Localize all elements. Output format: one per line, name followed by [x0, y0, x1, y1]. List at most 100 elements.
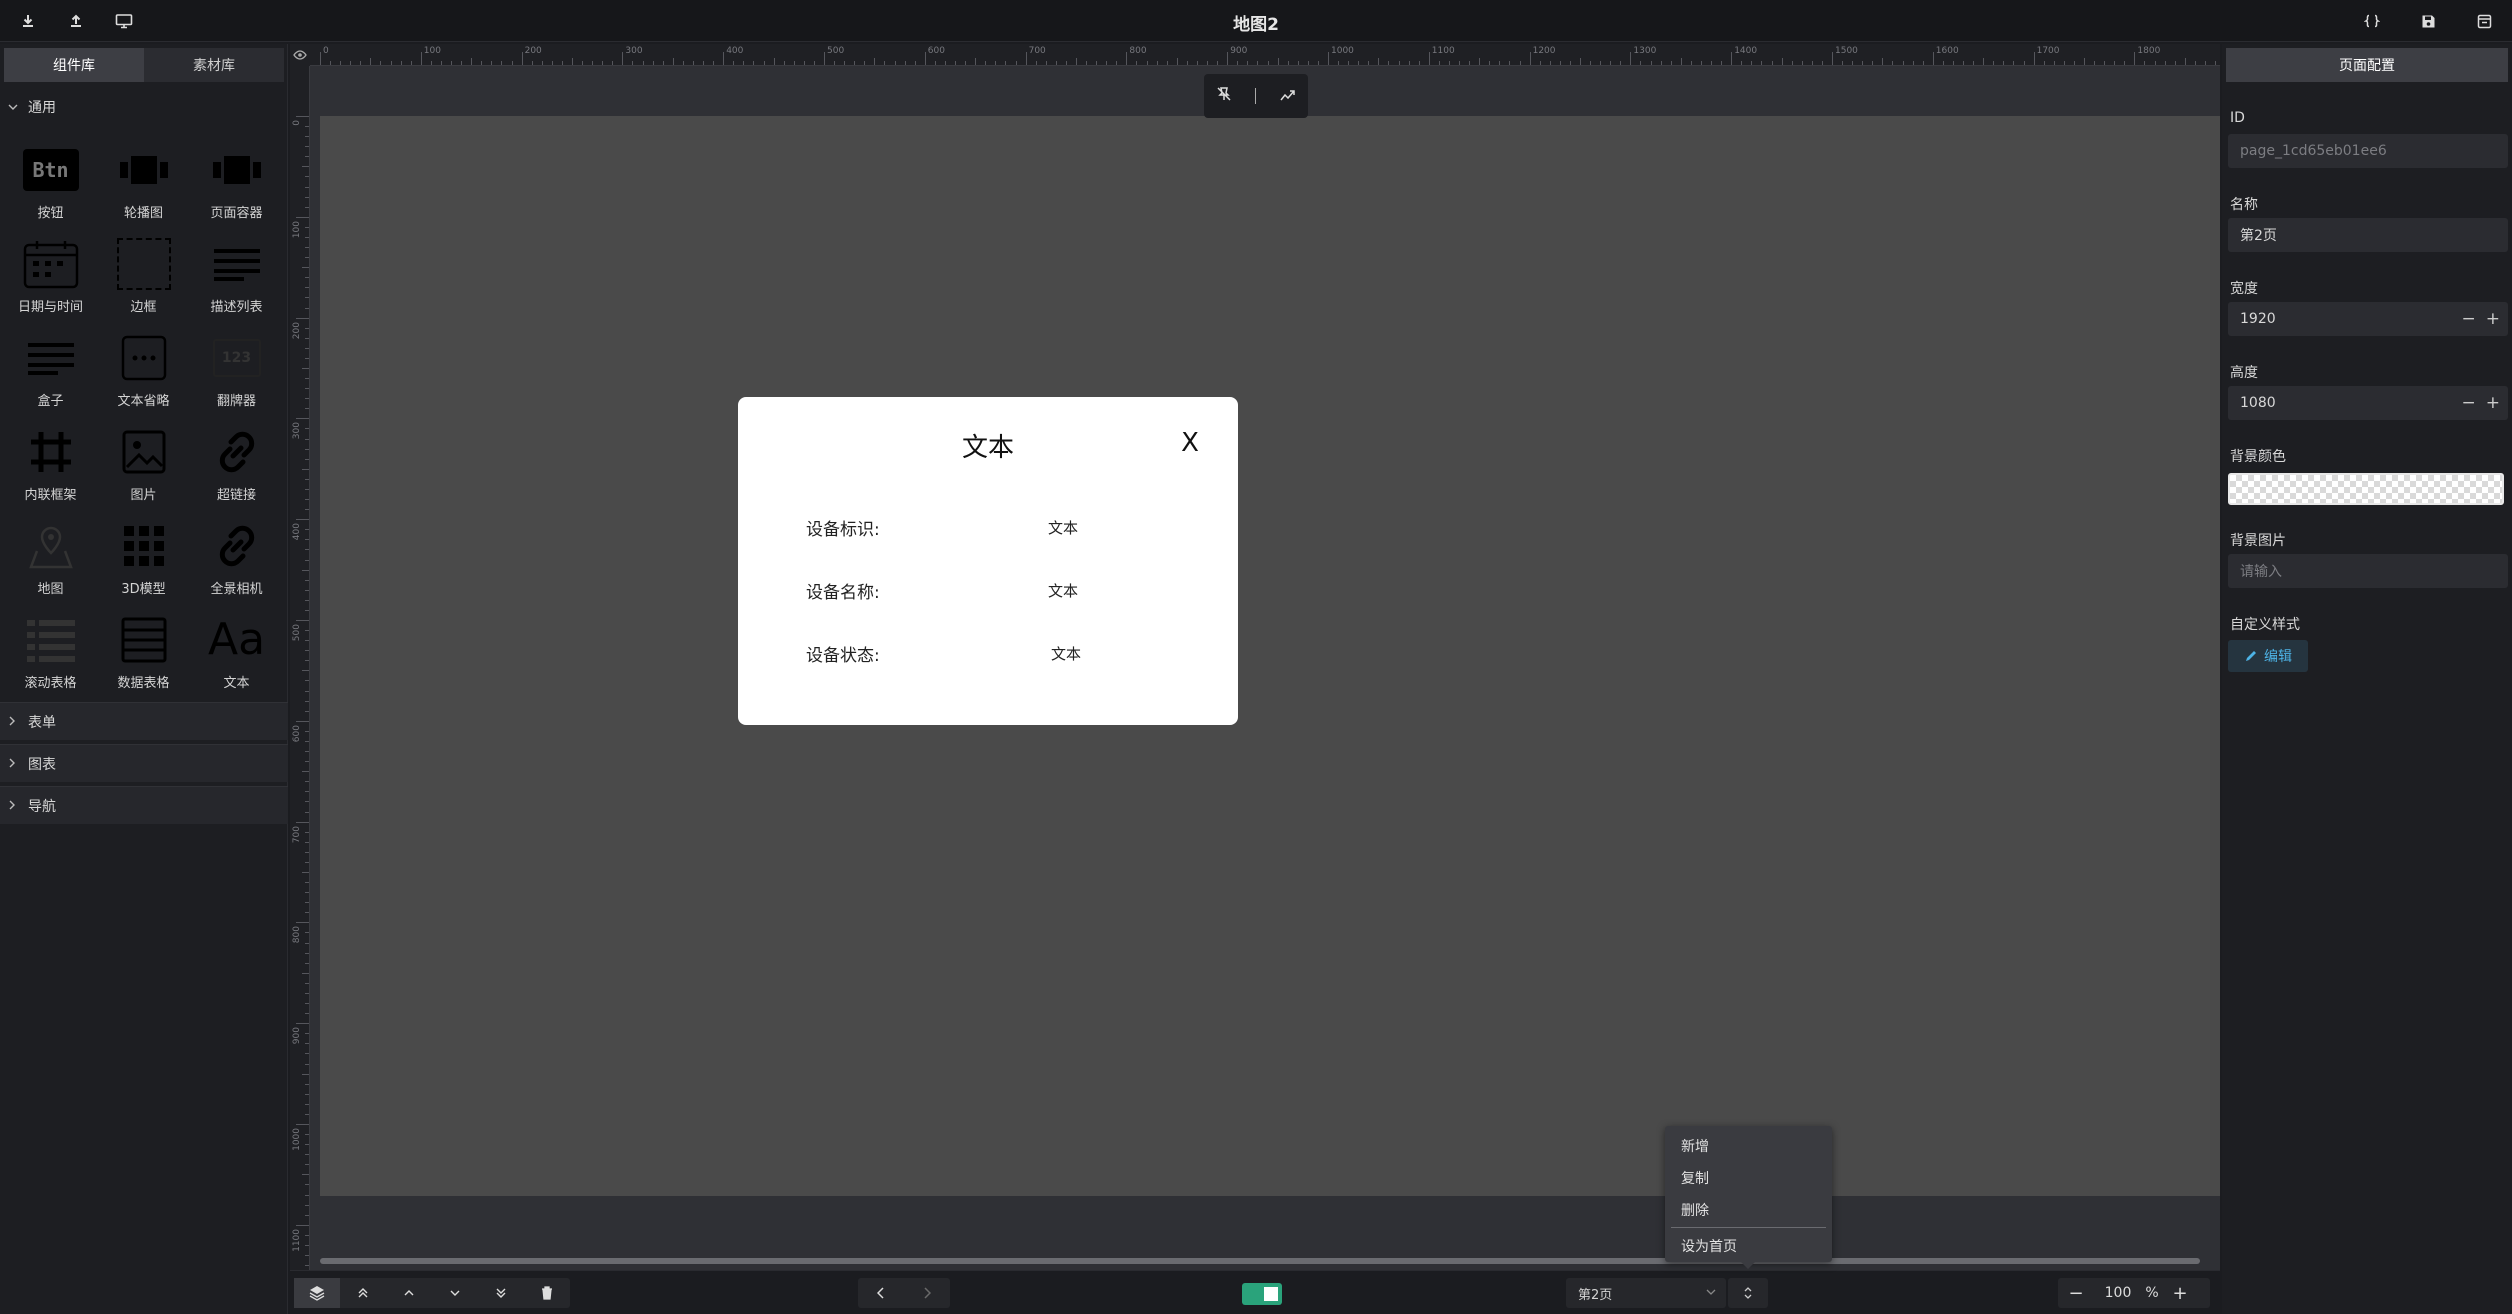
ruler-minor-tick: [1952, 61, 1954, 65]
ruler-label: 1400: [1734, 46, 1758, 56]
ruler-minor-tick: [305, 740, 309, 742]
send-backward-icon[interactable]: [432, 1278, 478, 1308]
delete-trash-icon[interactable]: [524, 1278, 570, 1308]
window-title-wrap: 地图2: [0, 10, 2512, 35]
menu-item-add[interactable]: 新增: [1681, 1136, 1709, 1156]
ruler-tick: [924, 52, 926, 65]
preview-monitor-icon[interactable]: [110, 8, 138, 34]
bg-color-picker[interactable]: [2228, 473, 2504, 505]
bring-forward-icon[interactable]: [386, 1278, 432, 1308]
component-3d-model[interactable]: 3D模型: [97, 510, 190, 602]
toolbar-separator: [1255, 88, 1257, 104]
component-iframe[interactable]: 内联框架: [4, 416, 97, 508]
fullscreen-toggle[interactable]: [1242, 1283, 1282, 1305]
ruler-minor-tick: [481, 61, 483, 65]
page-container-icon: [207, 142, 267, 198]
menu-item-copy[interactable]: 复制: [1681, 1168, 1709, 1188]
component-page-container[interactable]: 页面容器: [190, 134, 283, 226]
component-box[interactable]: 盒子: [4, 322, 97, 414]
ruler-tick: [296, 720, 309, 722]
width-increment-button[interactable]: +: [2486, 309, 2500, 329]
eye-icon[interactable]: [290, 44, 310, 66]
device-status-value: 文本: [1051, 645, 1082, 663]
layers-icon[interactable]: [294, 1278, 340, 1308]
trend-line-icon[interactable]: [1280, 87, 1296, 106]
tab-material-library[interactable]: 素材库: [144, 48, 284, 82]
device-info-dialog[interactable]: 文本 X 设备标识: 文本 设备名称: 文本 设备状态: 文本: [738, 397, 1238, 725]
tab-component-library[interactable]: 组件库: [4, 48, 144, 82]
component-text[interactable]: Aa 文本: [190, 604, 283, 696]
page-select[interactable]: 第2页: [1566, 1278, 1726, 1308]
edit-style-button[interactable]: 编辑: [2228, 640, 2308, 672]
ruler-minor-tick: [2023, 61, 2025, 65]
button-icon: Btn: [21, 142, 81, 198]
component-button[interactable]: Btn 按钮: [4, 134, 97, 226]
ruler-minor-tick: [305, 1265, 309, 1267]
ruler-minor-tick: [305, 730, 309, 732]
section-form[interactable]: 表单: [0, 702, 288, 740]
horizontal-scrollbar[interactable]: [320, 1258, 2200, 1264]
component-border[interactable]: 边框: [97, 228, 190, 320]
upload-icon[interactable]: [62, 8, 90, 34]
component-text-ellipsis[interactable]: 文本省略: [97, 322, 190, 414]
canvas-stage[interactable]: [320, 116, 2220, 1196]
vertical-ruler[interactable]: 0 100 200 300 400 500 600 700 800 900 1000 1100: [290, 66, 310, 1270]
snap-off-icon[interactable]: [1216, 86, 1232, 106]
ruler-minor-tick: [305, 176, 309, 178]
prev-page-icon[interactable]: [858, 1278, 904, 1308]
zoom-value[interactable]: 100: [2094, 1285, 2142, 1301]
ruler-tick: [1529, 52, 1531, 65]
ruler-tick: [296, 1023, 309, 1025]
width-decrement-button[interactable]: −: [2462, 309, 2476, 329]
section-charts[interactable]: 图表: [0, 744, 288, 782]
component-image[interactable]: 图片: [97, 416, 190, 508]
height-input[interactable]: 1080 − +: [2228, 386, 2508, 420]
chevron-right-icon: [8, 757, 22, 771]
section-nav[interactable]: 导航: [0, 786, 288, 824]
height-decrement-button[interactable]: −: [2462, 393, 2476, 413]
height-increment-button[interactable]: +: [2486, 393, 2500, 413]
component-carousel[interactable]: 轮播图: [97, 134, 190, 226]
component-data-table[interactable]: 数据表格: [97, 604, 190, 696]
menu-item-delete[interactable]: 删除: [1681, 1200, 1709, 1220]
send-to-back-icon[interactable]: [478, 1278, 524, 1308]
tab-page-config[interactable]: 页面配置: [2226, 48, 2508, 82]
ruler-tick: [296, 216, 309, 218]
component-map[interactable]: 地图: [4, 510, 97, 602]
bring-to-front-icon[interactable]: [340, 1278, 386, 1308]
zoom-out-button[interactable]: −: [2058, 1283, 2094, 1304]
section-general[interactable]: 通用: [0, 88, 288, 126]
save-icon[interactable]: [2414, 8, 2442, 34]
component-datetime[interactable]: 日期与时间: [4, 228, 97, 320]
ruler-minor-tick: [305, 539, 309, 541]
horizontal-ruler[interactable]: 0 100 200 300 400 500 600 700 800 900 1000 1100 1200…: [310, 44, 2220, 66]
ruler-minor-tick: [1852, 61, 1854, 65]
ruler-minor-tick: [305, 347, 309, 349]
component-description-list[interactable]: 描述列表: [190, 228, 283, 320]
ruler-minor-tick: [783, 61, 785, 65]
ruler-minor-tick: [410, 61, 412, 65]
ruler-minor-tick: [305, 236, 309, 238]
ruler-label: 0: [323, 46, 329, 56]
menu-item-set-homepage[interactable]: 设为首页: [1681, 1236, 1737, 1256]
component-scroll-table[interactable]: 滚动表格: [4, 604, 97, 696]
code-braces-icon[interactable]: [2358, 8, 2386, 34]
dialog-close-button[interactable]: X: [1174, 427, 1206, 459]
name-input[interactable]: 第2页: [2228, 218, 2508, 252]
publish-icon[interactable]: [2470, 8, 2498, 34]
ruler-minor-tick: [2003, 61, 2005, 65]
page-menu-toggle[interactable]: [1728, 1278, 1768, 1308]
ruler-minor-tick: [1791, 61, 1793, 65]
download-icon[interactable]: [14, 8, 42, 34]
zoom-in-button[interactable]: +: [2162, 1283, 2198, 1304]
width-input[interactable]: 1920 − +: [2228, 302, 2508, 336]
ruler-tick: [1227, 52, 1229, 65]
component-panorama-camera[interactable]: 全景相机: [190, 510, 283, 602]
next-page-icon[interactable]: [904, 1278, 950, 1308]
ruler-minor-tick: [302, 1073, 309, 1075]
component-link[interactable]: 超链接: [190, 416, 283, 508]
bg-image-input[interactable]: 请输入: [2228, 554, 2508, 588]
ruler-minor-tick: [561, 61, 563, 65]
component-flip-counter[interactable]: 123 翻牌器: [190, 322, 283, 414]
ruler-minor-tick: [1963, 61, 1965, 65]
